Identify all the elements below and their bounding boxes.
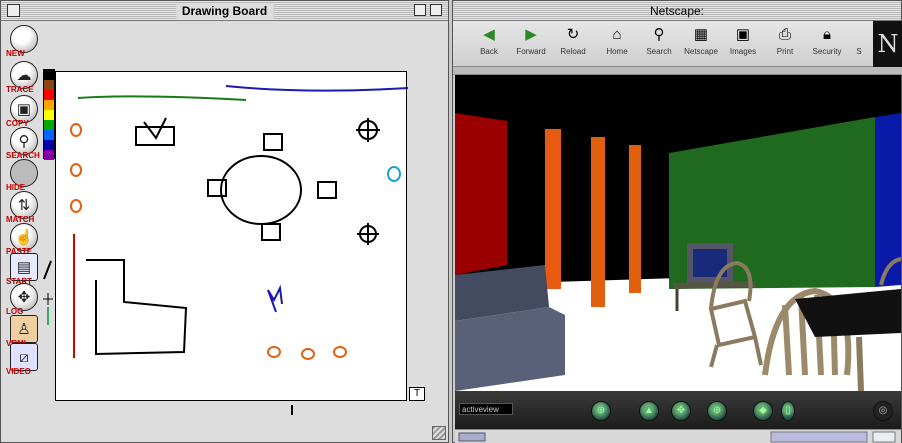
tool-paste[interactable]: ☝ PASTE [5,223,43,256]
plus-control-icon[interactable]: ⊕ [591,401,611,421]
drawing-board-titlebar[interactable]: Drawing Board [1,1,448,21]
swatch-brown[interactable] [44,80,54,90]
search-button[interactable]: ⚲ Search [639,25,679,63]
print-icon: ⎙ [778,26,791,43]
security-button[interactable]: 🔒︎ Security [807,25,847,63]
resize-grip-icon[interactable] [432,426,446,440]
pan-control-icon[interactable]: ✥ [671,401,691,421]
search-label: Search [646,47,672,56]
swatch-orange[interactable] [44,100,54,110]
window-title: Netscape: [649,4,705,18]
home-button[interactable]: ⌂ Home [597,25,637,63]
swatch-green[interactable] [44,120,54,130]
vrml-scene [455,113,901,391]
netscape-button[interactable]: ▦ Netscape [681,25,721,63]
drawing-canvas[interactable] [55,71,408,401]
images-label: Images [729,47,757,56]
netscape-titlebar[interactable]: Netscape: [453,1,901,21]
pen-tools [41,259,55,334]
location-bar-collapsed[interactable] [453,67,902,75]
back-label: Back [480,47,498,56]
swatch-yellow[interactable] [44,110,54,120]
netscape-icon: ▦ [693,26,709,43]
swatch-red[interactable] [44,90,54,100]
zoom-box-icon[interactable] [414,4,426,16]
tool-label: VIDEO [6,367,31,376]
swatch-purple[interactable] [44,150,54,160]
vrml-viewport[interactable] [455,75,901,391]
back-button[interactable]: ◀ Back [469,25,509,63]
undo-control-icon[interactable]: ◆ [753,401,773,421]
forward-arrow-icon: ▶ [525,26,537,43]
images-icon: ▣ [735,26,751,43]
tool-label: NEW [6,49,25,58]
text-tool-button[interactable]: T [409,387,425,401]
walk-control-icon[interactable]: ▲ [639,401,659,421]
drawing-board-window: Drawing Board NEW ☁ TRACE ▣ COPY ⚲ SEARC… [0,0,449,443]
navigation-toolbar: ◀ Back ▶ Forward ↻ Reload ⌂ Home ⚲ Searc… [453,21,902,67]
cosmo-brand-label: activeview [459,403,513,415]
security-icon: 🔒︎ [823,26,831,43]
reload-label: Reload [560,47,586,56]
text-cursor [291,405,293,415]
pen-icon[interactable] [41,259,55,329]
tool-new[interactable]: NEW [5,25,43,58]
tool-column: NEW ☁ TRACE ▣ COPY ⚲ SEARCH HIDE ⇅ MATCH [5,25,43,385]
sketch-layer [70,85,408,360]
tool-trace[interactable]: ☁ TRACE [5,61,43,94]
shop-icon [849,25,871,45]
status-bar [455,429,901,443]
close-box-icon[interactable] [7,4,20,17]
home-icon: ⌂ [612,26,622,43]
reload-icon: ↻ [566,26,580,43]
forward-label: Forward [516,47,546,56]
search-icon: ⚲ [653,26,665,43]
status-icons [458,431,896,443]
netscape-window: Netscape: ◀ Back ▶ Forward ↻ Reload ⌂ Ho… [452,0,902,443]
print-button[interactable]: ⎙ Print [765,25,805,63]
tool-copy[interactable]: ▣ COPY [5,95,43,128]
tool-log[interactable]: ✥ LOG [5,283,43,316]
gravity-control-icon[interactable]: ▯ [781,401,795,421]
turn-control-icon[interactable]: ⊕ [707,401,727,421]
cosmo-logo-icon: ◎ [873,401,893,421]
shop-label: S [856,47,862,56]
forward-button[interactable]: ▶ Forward [511,25,551,63]
color-palette [43,69,55,160]
tool-search[interactable]: ⚲ SEARCH [5,127,43,160]
home-label: Home [606,47,628,56]
tool-hide[interactable]: HIDE [5,159,43,192]
back-arrow-icon: ◀ [483,26,495,43]
reload-button[interactable]: ↻ Reload [553,25,593,63]
tool-label: TRACE [6,85,34,94]
cosmo-player-controls: activeview ⊕ ▲ ✥ ⊕ ◆ ▯ ◎ [455,391,901,429]
window-title: Drawing Board [175,3,274,19]
print-label: Print [776,47,794,56]
tool-match[interactable]: ⇅ MATCH [5,191,43,224]
tool-start[interactable]: ▤ START [5,253,43,286]
netscape-logo-icon: N [873,21,902,67]
security-label: Security [812,47,842,56]
swatch-navy[interactable] [44,140,54,150]
swatch-blue[interactable] [44,130,54,140]
windowshade-box-icon[interactable] [430,4,442,16]
swatch-black[interactable] [44,70,54,80]
desktop: Drawing Board NEW ☁ TRACE ▣ COPY ⚲ SEARC… [0,0,902,443]
tool-video[interactable]: ⧄ VIDEO [5,343,43,376]
netscape-label: Netscape [684,47,718,56]
shop-button[interactable]: S [849,25,869,63]
images-button[interactable]: ▣ Images [723,25,763,63]
